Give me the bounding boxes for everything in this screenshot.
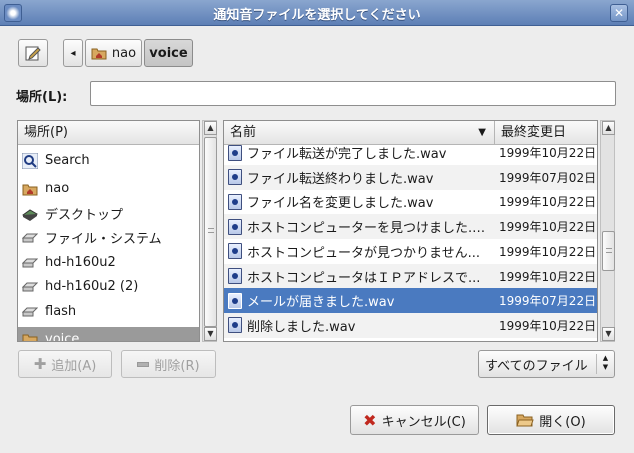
audio-file-icon — [228, 268, 242, 284]
home-folder-icon — [91, 48, 107, 60]
file-name: メールが届きました.wav — [247, 295, 395, 311]
place-item-hd-h160u2[interactable]: hd-h160u2 — [18, 250, 199, 275]
file-row[interactable]: メールが届きました.wav 1999年07月22日 — [224, 288, 597, 314]
places-header[interactable]: 場所(P) — [18, 121, 199, 145]
cancel-button[interactable]: ✖ キャンセル(C) — [350, 405, 479, 435]
open-folder-icon — [516, 414, 534, 427]
files-scrollbar[interactable]: ▲ ▼ — [600, 120, 615, 342]
window-title: 通知音ファイルを選択してください — [213, 8, 421, 23]
title-bar: 通知音ファイルを選択してください ✕ — [0, 0, 634, 26]
file-name: ファイル名を変更しました.wav — [247, 196, 434, 212]
drive-icon — [22, 255, 38, 271]
folder-icon — [22, 332, 38, 341]
file-filter-combo[interactable]: すべてのファイル ▲ ▼ — [478, 350, 615, 378]
audio-file-icon — [228, 292, 242, 309]
add-bookmark-button[interactable]: ✚ 追加(A) — [18, 350, 112, 378]
drive-icon — [22, 279, 38, 295]
file-date: 1999年07月22日 — [499, 294, 597, 309]
file-row[interactable]: ファイル転送が完了しました.wav 1999年10月22日 — [224, 140, 597, 165]
scroll-down-arrow[interactable]: ▼ — [602, 327, 615, 341]
scroll-thumb[interactable] — [602, 231, 615, 271]
file-name-cell: メールが届きました.wav — [224, 291, 497, 310]
audio-file-icon — [228, 218, 242, 235]
audio-file-icon — [228, 169, 242, 186]
minus-icon — [137, 361, 150, 367]
desktop-icon — [22, 206, 38, 222]
search-icon — [22, 152, 38, 169]
place-item-desktop[interactable]: デスクトップ — [18, 201, 199, 226]
drive-icon — [22, 230, 38, 246]
file-name: ホストコンピュータはＩＰアドレスで... — [247, 270, 481, 286]
place-item-nao[interactable]: nao — [18, 176, 199, 201]
combo-arrows-icon: ▲ ▼ — [596, 354, 614, 374]
scroll-grip-icon — [208, 228, 214, 233]
file-name-cell: ファイル名を変更しました.wav — [224, 192, 497, 211]
place-item-filesystem[interactable]: ファイル・システム — [18, 225, 199, 250]
file-name-cell: 削除しました.wav — [224, 316, 497, 335]
file-date: 1999年10月22日 — [499, 195, 597, 210]
audio-file-icon — [228, 243, 242, 260]
close-icon[interactable]: ✕ — [610, 4, 628, 22]
audio-file-icon — [228, 317, 242, 334]
scroll-up-arrow[interactable]: ▲ — [602, 121, 615, 135]
file-row[interactable]: 削除しました.wav 1999年10月22日 — [224, 312, 597, 338]
file-row[interactable]: ホストコンピューターを見つけました.… 1999年10月22日 — [224, 214, 597, 240]
file-date: 1999年10月22日 — [499, 244, 597, 259]
file-name: ファイル転送が完了しました.wav — [247, 147, 447, 162]
path-back-button[interactable]: ◂ — [63, 39, 83, 67]
file-date: 1999年07月02日 — [499, 170, 597, 185]
places-panel: 場所(P) Search nao デスクトップ ファイル・システム hd-h16… — [17, 120, 200, 342]
path-segment-nao[interactable]: nao — [85, 39, 142, 67]
file-name-cell: ファイル転送が完了しました.wav — [224, 143, 497, 162]
location-label: 場所(L): — [16, 90, 68, 105]
places-scrollbar[interactable]: ▲ ▼ — [202, 120, 217, 342]
scroll-grip-icon — [606, 248, 612, 253]
audio-file-icon — [228, 193, 242, 210]
open-button[interactable]: 開く(O) — [487, 405, 615, 435]
file-name: ホストコンピューターを見つけました.… — [247, 221, 486, 237]
file-date: 1999年10月22日 — [499, 318, 597, 333]
file-date: 1999年10月22日 — [499, 269, 597, 284]
place-item-flash[interactable]: flash — [18, 299, 199, 324]
scroll-thumb[interactable] — [204, 137, 217, 327]
edit-pencil-icon — [25, 46, 41, 61]
file-date: 1999年10月22日 — [499, 220, 597, 235]
audio-file-icon — [228, 144, 242, 161]
drive-icon — [22, 304, 38, 320]
cancel-x-icon: ✖ — [363, 410, 377, 430]
path-segment-voice[interactable]: voice — [144, 39, 193, 67]
file-name-cell: ホストコンピューターを見つけました.… — [224, 217, 497, 236]
place-item-hd-h160u2-2[interactable]: hd-h160u2 (2) — [18, 274, 199, 299]
file-list-panel: 名前 ▼ 最終変更日 ファイル転送が完了しました.wav 1999年10月22日フ… — [223, 120, 598, 342]
file-date: 1999年10月22日 — [499, 146, 597, 160]
file-row[interactable]: ホストコンピュータが見つかりません... 1999年10月22日 — [224, 239, 597, 264]
place-item-search[interactable]: Search — [18, 148, 199, 173]
type-location-button[interactable] — [18, 39, 48, 67]
file-name-cell: ホストコンピュータが見つかりません... — [224, 242, 497, 261]
file-name: ファイル転送終わりました.wav — [247, 171, 434, 187]
arrow-left-icon: ◂ — [70, 47, 76, 59]
home-folder-icon — [22, 181, 38, 197]
file-name-cell: ホストコンピュータはＩＰアドレスで... — [224, 267, 497, 286]
scroll-up-arrow[interactable]: ▲ — [204, 121, 217, 135]
file-row[interactable]: ホストコンピュータはＩＰアドレスで... 1999年10月22日 — [224, 263, 597, 289]
file-row[interactable]: ファイル転送終わりました.wav 1999年07月02日 — [224, 164, 597, 190]
place-item-voice[interactable]: voice — [18, 327, 199, 341]
file-name-cell: ファイル転送終わりました.wav — [224, 168, 497, 187]
remove-bookmark-button[interactable]: 削除(R) — [121, 350, 216, 378]
file-name: ホストコンピュータが見つかりません... — [247, 245, 481, 261]
file-name: 削除しました.wav — [247, 319, 356, 335]
file-row[interactable]: ファイル名を変更しました.wav 1999年10月22日 — [224, 189, 597, 214]
scroll-down-arrow[interactable]: ▼ — [204, 327, 217, 341]
plus-icon: ✚ — [33, 355, 47, 373]
location-input[interactable] — [90, 81, 616, 106]
